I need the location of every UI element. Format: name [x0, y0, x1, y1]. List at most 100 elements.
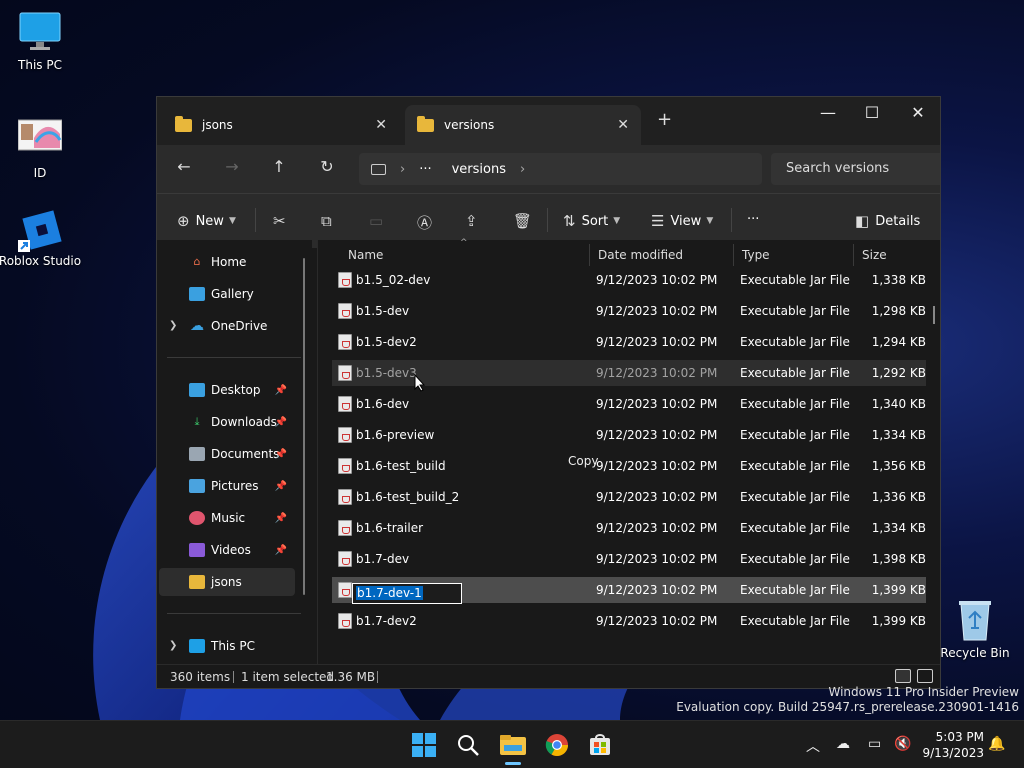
view-button[interactable]: ☰ View ▼ — [651, 212, 713, 230]
details-view-icon[interactable] — [895, 669, 911, 683]
more-options-button[interactable]: ··· — [747, 212, 759, 227]
file-size: 1,338 KB — [871, 273, 926, 287]
file-type: Executable Jar File — [740, 552, 850, 566]
file-row[interactable]: b1.5_02-dev 9/12/2023 10:02 PM Executable … — [332, 267, 926, 293]
pin-icon[interactable]: 📌 — [275, 545, 287, 556]
rename-input[interactable]: b1.7-dev-1 — [352, 583, 462, 604]
cut-button[interactable]: ✂ — [273, 212, 292, 230]
file-name: b1.5-dev — [356, 304, 410, 318]
sidebar-item-music[interactable]: Music 📌 — [159, 504, 295, 532]
details-button[interactable]: ◧ Details — [855, 212, 920, 230]
paste-button[interactable]: ▭ — [369, 212, 389, 230]
jar-file-icon — [338, 303, 352, 319]
search-icon[interactable] — [456, 733, 480, 757]
file-row[interactable]: b1.7-dev2 9/12/2023 10:02 PM Executable Ja… — [332, 608, 926, 634]
up-arrow-icon[interactable]: ↑ — [264, 157, 294, 176]
pin-icon[interactable]: 📌 — [275, 513, 287, 524]
jar-file-icon — [338, 551, 352, 567]
close-tab-icon[interactable]: ✕ — [617, 117, 629, 133]
onedrive-tray-icon[interactable]: ☁ — [836, 736, 850, 752]
tab-label: jsons — [202, 118, 233, 132]
sidebar-item-home[interactable]: ⌂ Home — [159, 248, 295, 276]
pin-icon[interactable]: 📌 — [275, 481, 287, 492]
file-size: 1,334 KB — [871, 521, 926, 535]
file-row[interactable]: b1.5-dev2 9/12/2023 10:02 PM Executable Ja… — [332, 329, 926, 355]
rename-button[interactable]: Ⓐ — [417, 212, 438, 233]
sidebar-item-pictures[interactable]: Pictures 📌 — [159, 472, 295, 500]
breadcrumb-more[interactable]: ··· — [419, 162, 431, 177]
sidebar-item-documents[interactable]: Documents 📌 — [159, 440, 295, 468]
sidebar-item-desktop[interactable]: Desktop 📌 — [159, 376, 295, 404]
file-row[interactable]: b1.5-dev 9/12/2023 10:02 PM Executable Jar… — [332, 298, 926, 324]
close-tab-icon[interactable]: ✕ — [375, 117, 387, 133]
file-explorer-taskbar-icon[interactable] — [500, 733, 526, 765]
file-row[interactable]: b1.6-trailer 9/12/2023 10:02 PM Executable… — [332, 515, 926, 541]
start-windows-icon[interactable] — [412, 733, 436, 757]
file-row[interactable]: b1.6-test_build 9/12/2023 10:02 PM Executa… — [332, 453, 926, 479]
sidebar-item-jsons[interactable]: jsons — [159, 568, 295, 596]
file-row[interactable]: b1.6-dev 9/12/2023 10:02 PM Executable Jar… — [332, 391, 926, 417]
delete-button[interactable]: 🗑 — [513, 212, 538, 230]
file-size: 1,298 KB — [871, 304, 926, 318]
desktop-icon-this-pc[interactable]: This PC — [0, 10, 80, 72]
maximize-button[interactable]: ☐ — [849, 103, 895, 122]
address-bar[interactable]: › ··· versions › — [359, 153, 762, 185]
sidebar-item-onedrive[interactable]: ☁ OneDrive — [159, 312, 295, 340]
file-date-modified: 9/12/2023 10:02 PM — [596, 552, 718, 566]
notification-bell-icon[interactable]: 🔔 — [988, 736, 1005, 752]
tab-versions[interactable]: versions ✕ — [405, 105, 641, 145]
desktop-icon-id[interactable]: ID — [0, 118, 80, 180]
column-header-date[interactable]: Date modified — [589, 244, 733, 266]
desktop-icon-roblox-studio[interactable]: Roblox Studio — [0, 206, 82, 268]
pin-icon[interactable]: 📌 — [275, 417, 287, 428]
selection-size: 1.36 MB — [326, 670, 376, 684]
file-name: b1.6-preview — [356, 428, 435, 442]
item-count: 360 items — [170, 670, 231, 684]
desktop-icon-recycle-bin[interactable]: Recycle Bin — [935, 598, 1015, 660]
sidebar-scrollbar[interactable] — [303, 258, 305, 595]
pin-icon[interactable]: 📌 — [275, 449, 287, 460]
tab-jsons[interactable]: jsons ✕ — [163, 105, 399, 145]
sidebar-item-label: jsons — [211, 575, 242, 589]
column-header-type[interactable]: Type — [733, 244, 853, 266]
volume-muted-icon[interactable]: 🔇 — [894, 736, 911, 752]
desktop-icon-label: This PC — [18, 58, 62, 72]
sort-button[interactable]: ⇅ Sort ▼ — [563, 212, 620, 230]
show-hidden-icons-chevron[interactable]: ︿ — [806, 736, 820, 756]
details-pane-icon: ◧ — [855, 212, 870, 230]
breadcrumb-current[interactable]: versions — [452, 162, 506, 177]
sidebar-item-downloads[interactable]: ⤓ Downloads 📌 — [159, 408, 295, 436]
pin-icon[interactable]: 📌 — [275, 385, 287, 396]
network-icon[interactable]: ▭ — [868, 736, 881, 752]
new-button[interactable]: ⊕ New ▼ — [177, 212, 236, 230]
search-input[interactable]: Search versions — [771, 153, 940, 185]
chrome-icon[interactable] — [545, 733, 569, 757]
desktop-folder-icon — [189, 383, 205, 397]
microsoft-store-icon[interactable] — [588, 733, 612, 757]
file-name: b1.7-dev2 — [356, 614, 417, 628]
file-list-scrollbar[interactable] — [933, 306, 935, 324]
refresh-icon[interactable]: ↻ — [312, 157, 342, 176]
forward-arrow-icon[interactable]: → — [217, 157, 247, 176]
sidebar-item-videos[interactable]: Videos 📌 — [159, 536, 295, 564]
explorer-body: ⌂ Home Gallery ❯ ☁ OneDrive Desktop 📌 ⤓ … — [157, 238, 940, 664]
sidebar-item-label: Videos — [211, 543, 251, 557]
sidebar-item-this-pc[interactable]: This PC — [159, 632, 295, 660]
share-button[interactable]: ⇪ — [465, 212, 484, 230]
column-header-size[interactable]: Size — [853, 244, 940, 266]
file-row[interactable]: b1.6-preview 9/12/2023 10:02 PM Executable… — [332, 422, 926, 448]
file-row[interactable]: b1.7-dev 9/12/2023 10:02 PM Executable Jar… — [332, 546, 926, 572]
sidebar-item-label: This PC — [211, 639, 255, 653]
file-row[interactable]: b1.6-test_build_2 9/12/2023 10:02 PM Execu… — [332, 484, 926, 510]
copy-button[interactable]: ⧉ — [321, 212, 338, 230]
back-arrow-icon[interactable]: ← — [169, 157, 199, 176]
taskbar-clock[interactable]: 5:03 PM 9/13/2023 — [922, 729, 984, 761]
sidebar-item-gallery[interactable]: Gallery — [159, 280, 295, 308]
file-date-modified: 9/12/2023 10:02 PM — [596, 335, 718, 349]
tiles-view-icon[interactable] — [917, 669, 933, 683]
file-row[interactable]: b1.7-dev-1 9/12/2023 10:02 PM Executable J… — [332, 577, 926, 604]
close-window-button[interactable]: ✕ — [895, 103, 940, 122]
file-explorer-window: jsons ✕ versions ✕ + — ☐ ✕ ← → ↑ ↻ › ···… — [156, 96, 941, 689]
new-tab-button[interactable]: + — [657, 109, 672, 130]
minimize-button[interactable]: — — [805, 103, 851, 122]
